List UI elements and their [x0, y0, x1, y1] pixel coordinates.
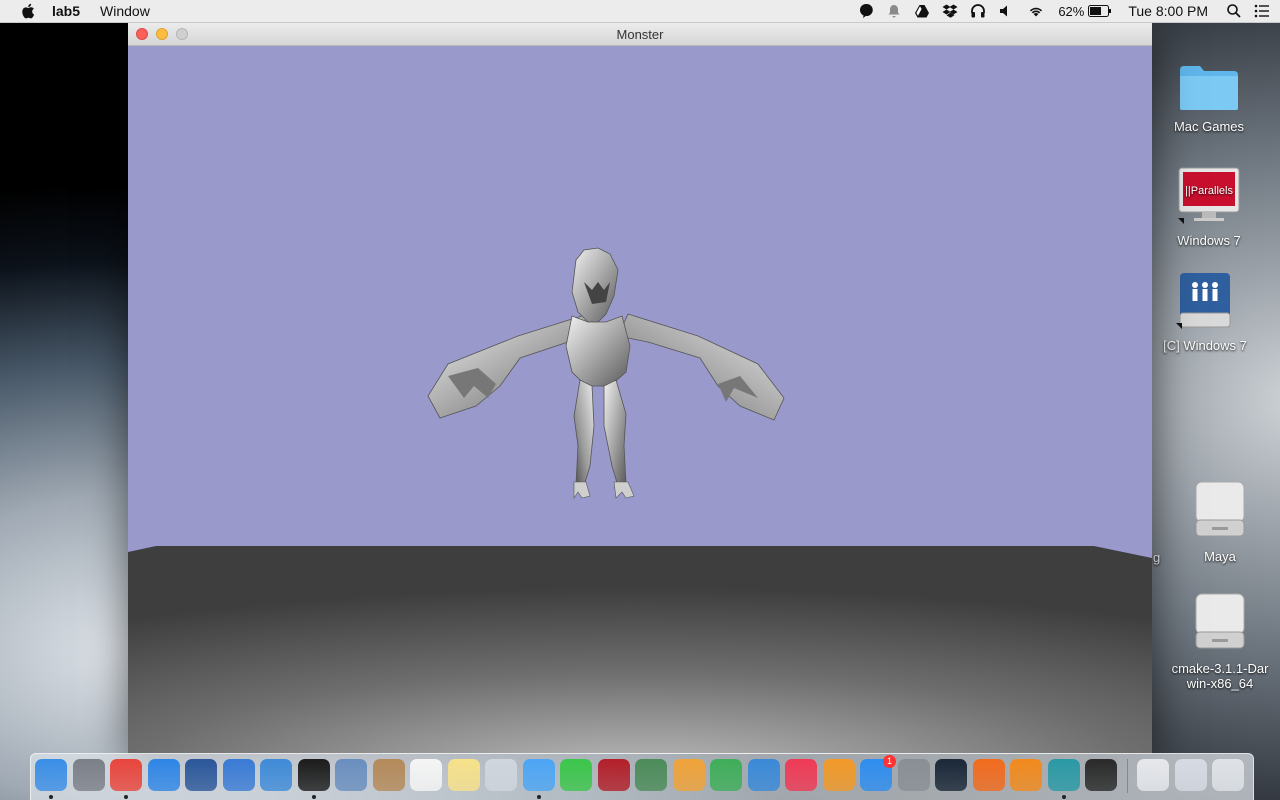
trash-icon[interactable]	[1212, 759, 1244, 791]
monster-window[interactable]: Monster	[128, 23, 1152, 754]
launchpad-icon[interactable]	[72, 759, 105, 791]
battery-percent[interactable]: 62%	[1058, 4, 1084, 19]
dock-separator	[1126, 759, 1128, 793]
maya-icon[interactable]	[1047, 759, 1080, 799]
apple-icon[interactable]	[20, 2, 38, 20]
iphoto-icon[interactable]	[635, 759, 667, 791]
spotlight-search-icon[interactable]	[1226, 3, 1242, 19]
xcode-icon[interactable]	[260, 759, 292, 791]
app-store-icon[interactable]: 1	[860, 755, 896, 791]
folder-icon	[1180, 66, 1238, 110]
close-window-button[interactable]	[136, 28, 148, 40]
terminal-icon[interactable]	[297, 759, 330, 799]
numbers-icon[interactable]	[710, 759, 742, 791]
desktop-item-label: Windows 7	[1177, 233, 1241, 248]
itunes-icon[interactable]	[785, 759, 817, 791]
origin-icon[interactable]	[972, 759, 1005, 791]
network-drive-icon	[1176, 273, 1231, 329]
notification-badge: 1	[883, 755, 896, 768]
desktop-item-cmake[interactable]: cmake-3.1.1-Darwin-x86_64	[1170, 592, 1270, 691]
downloads-stack-icon[interactable]	[1174, 759, 1207, 791]
steam-icon[interactable]	[935, 759, 967, 791]
running-indicator	[1061, 795, 1066, 799]
google-drive-icon[interactable]	[914, 3, 930, 19]
disk-image-icon	[1195, 481, 1245, 537]
battery-icon[interactable]	[1088, 5, 1112, 17]
unity-icon[interactable]	[222, 759, 255, 791]
zip-archive-icon[interactable]	[1137, 759, 1169, 791]
system-preferences-icon[interactable]	[897, 759, 930, 791]
desktop-item-label: Mac Games	[1173, 119, 1245, 134]
facetime-icon[interactable]	[560, 759, 592, 791]
menubar-clock[interactable]: Tue 8:00 PM	[1128, 3, 1208, 19]
preview-icon[interactable]	[335, 759, 367, 791]
desktop-item-c-windows-7[interactable]: [C] Windows 7	[1155, 271, 1255, 353]
calendar-icon[interactable]	[410, 759, 442, 791]
volume-icon[interactable]	[998, 3, 1014, 19]
app-menu[interactable]: lab5	[52, 3, 80, 19]
desktop-item-label: [C] Windows 7	[1163, 338, 1247, 353]
parallels-icon: ||Parallels	[1178, 167, 1240, 224]
dropbox-icon[interactable]	[942, 3, 958, 19]
chrome-icon[interactable]	[110, 759, 142, 799]
wifi-icon[interactable]	[1026, 3, 1046, 19]
running-indicator	[311, 795, 316, 799]
ground-plane	[128, 546, 1152, 754]
window-title: Monster	[616, 26, 664, 42]
window-titlebar[interactable]: Monster	[128, 23, 1152, 46]
scene-canvas[interactable]	[128, 46, 1152, 754]
running-indicator	[49, 795, 53, 799]
notification-icon[interactable]	[858, 3, 874, 19]
dock: 1	[30, 753, 1254, 800]
desktop-item-windows-7[interactable]: ||Parallels Windows 7	[1159, 166, 1259, 248]
running-indicator	[124, 795, 128, 799]
headphones-app-icon[interactable]	[1010, 759, 1042, 791]
word-icon[interactable]	[185, 759, 217, 791]
headphones-icon[interactable]	[970, 3, 986, 19]
disk-image-icon	[1195, 593, 1245, 649]
desktop-item-mac-games[interactable]: Mac Games	[1159, 62, 1259, 134]
notification-center-icon[interactable]	[1254, 3, 1270, 19]
preview-photos-icon[interactable]	[485, 759, 517, 791]
minimize-window-button[interactable]	[156, 28, 168, 40]
menu-bar: lab5 Window 62% Tue 8:00 PM	[0, 0, 1280, 23]
desktop-item-label: cmake-3.1.1-Darwin-x86_64	[1171, 661, 1269, 691]
zoom-window-button[interactable]	[176, 28, 188, 40]
opengl-viewport[interactable]	[128, 46, 1152, 754]
keynote-icon[interactable]	[747, 759, 780, 791]
svg-text:||Parallels: ||Parallels	[1185, 185, 1233, 197]
desktop-partial-label: g	[1153, 550, 1161, 565]
console-icon[interactable]	[1085, 759, 1117, 791]
photo-booth-icon[interactable]	[597, 759, 630, 791]
notes-icon[interactable]	[447, 759, 480, 791]
running-indicator	[536, 795, 541, 799]
window-menu[interactable]: Window	[100, 3, 150, 19]
bell-icon[interactable]	[886, 3, 902, 19]
messages-icon[interactable]	[522, 759, 555, 799]
contacts-icon[interactable]	[372, 759, 405, 791]
desktop-item-maya[interactable]: Maya	[1170, 480, 1270, 564]
pages-icon[interactable]	[672, 759, 705, 791]
finder-icon[interactable]	[35, 759, 67, 799]
ibooks-icon[interactable]	[822, 759, 855, 791]
desktop-item-label: Maya	[1204, 549, 1236, 564]
desktop: lab5 Window 62% Tue 8:00 PM Monster Mac …	[0, 0, 1280, 800]
safari-icon[interactable]	[147, 759, 180, 791]
